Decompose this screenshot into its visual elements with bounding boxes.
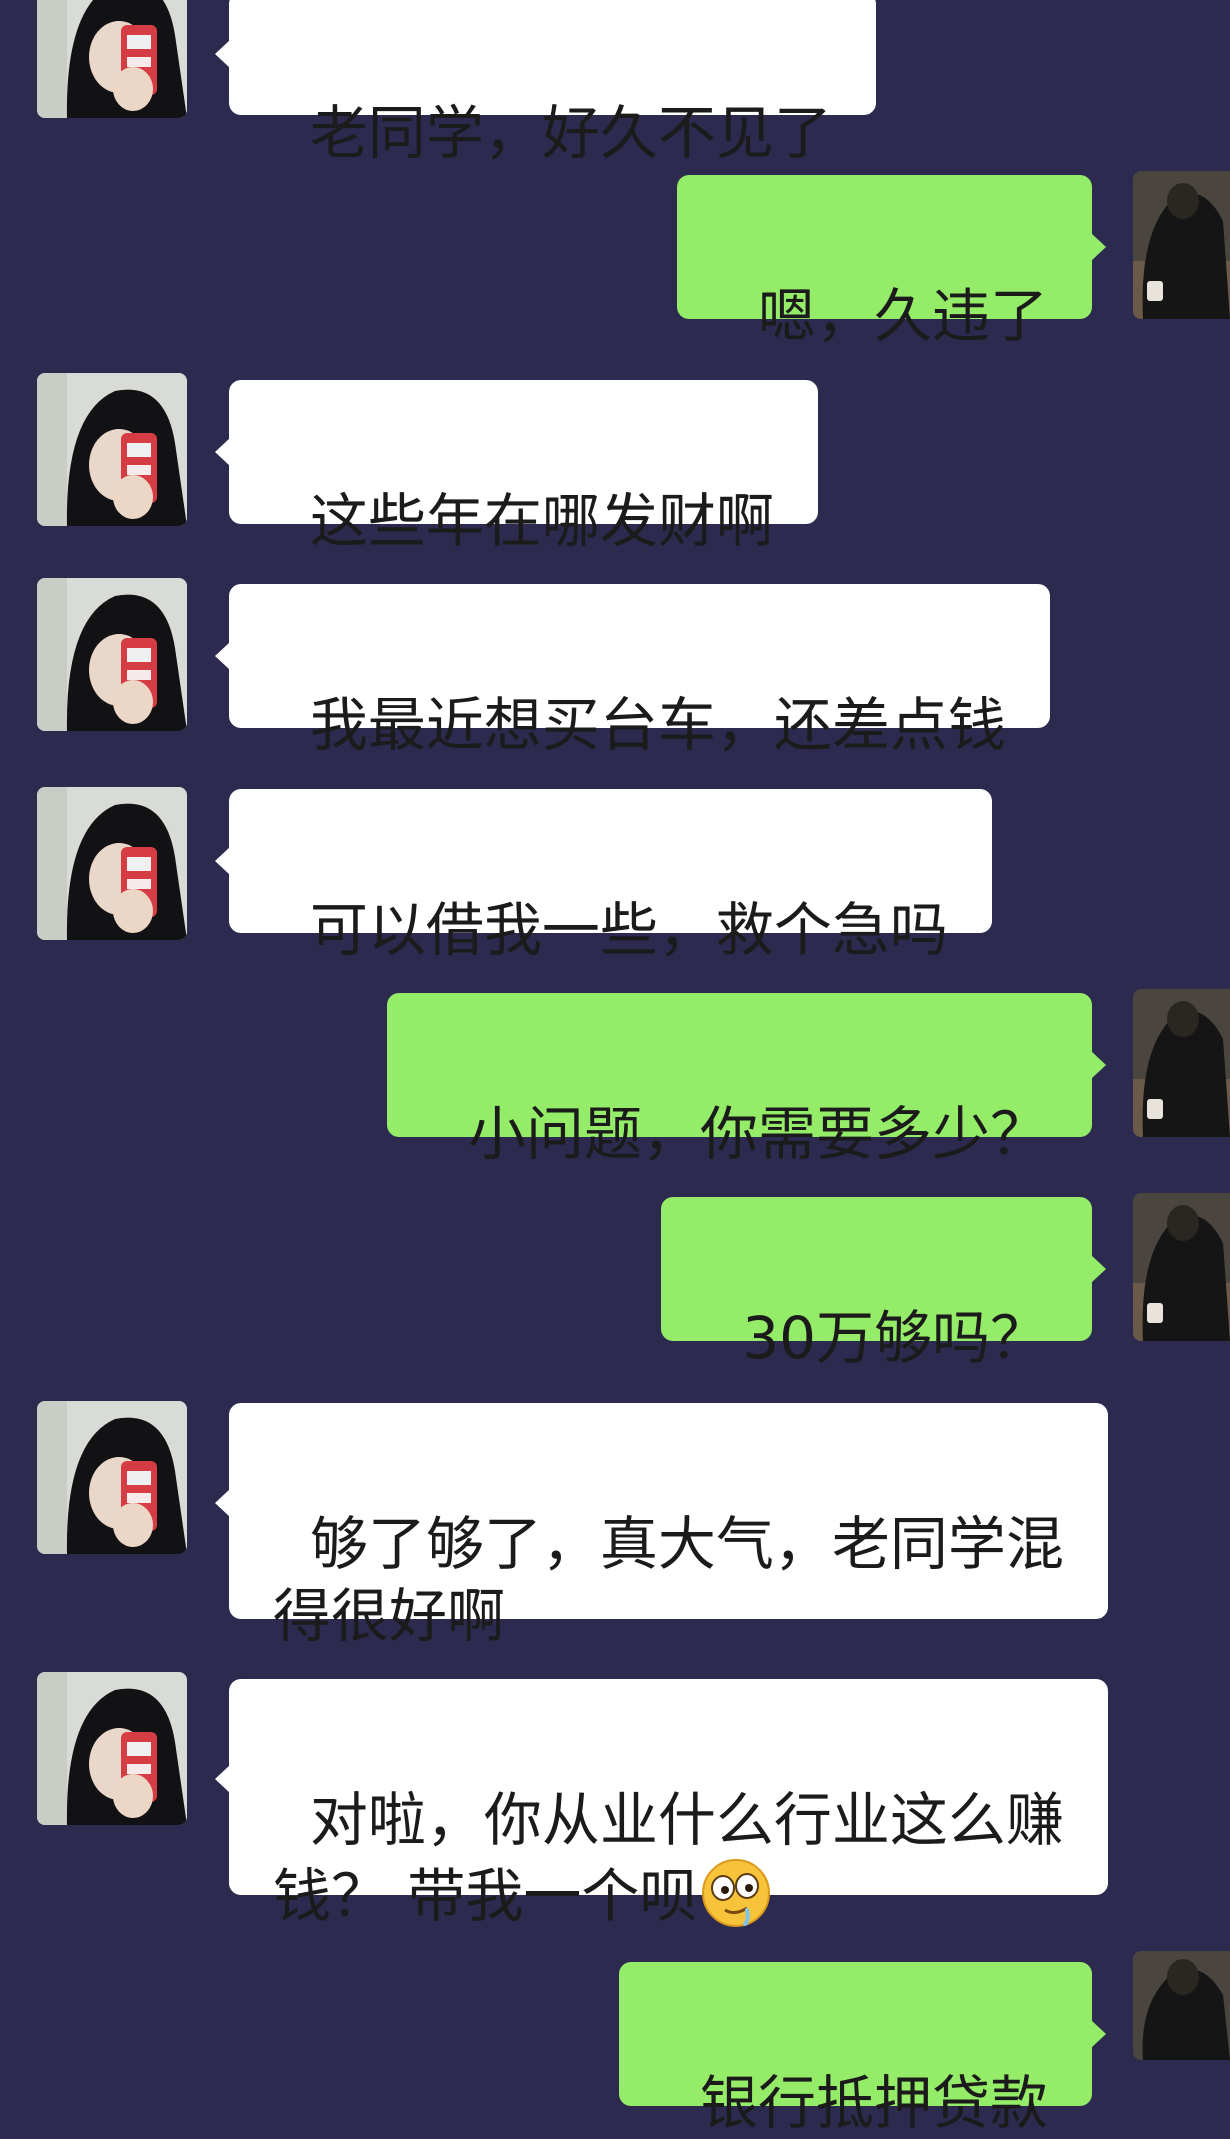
message-bubble-incoming[interactable]: 这些年在哪发财啊: [215, 380, 818, 555]
contact-avatar-photo: [37, 578, 187, 731]
message-bubble-outgoing[interactable]: 30万够吗？: [661, 1197, 1106, 1372]
contact-avatar[interactable]: [37, 0, 187, 118]
message-text: 我最近想买台车，还差点钱: [309, 691, 1006, 759]
message-text: 够了够了，真大气，老同学混得很好啊: [273, 1510, 1064, 1650]
my-avatar-photo: [1133, 171, 1230, 319]
my-avatar-photo: [1133, 1951, 1230, 2060]
my-avatar-photo: [1133, 1193, 1230, 1341]
message-text: 对啦，你从业什么行业这么赚钱？ 带我一个呗: [273, 1786, 1064, 1930]
contact-avatar-photo: [37, 787, 187, 940]
contact-avatar[interactable]: [37, 578, 187, 731]
my-avatar[interactable]: [1133, 171, 1230, 319]
message-text: 嗯，久违了: [757, 282, 1048, 350]
my-avatar[interactable]: [1133, 989, 1230, 1137]
message-text: 小问题，你需要多少？: [467, 1100, 1048, 1168]
contact-avatar[interactable]: [37, 787, 187, 940]
message-text: 老同学，好久不见了: [309, 99, 832, 167]
my-avatar[interactable]: [1133, 1951, 1230, 2060]
message-bubble-incoming[interactable]: 可以借我一些，救个急吗: [215, 789, 992, 964]
message-bubble-outgoing[interactable]: 嗯，久违了: [677, 175, 1106, 350]
message-bubble-incoming[interactable]: 老同学，好久不见了: [215, 0, 876, 167]
my-avatar-photo: [1133, 989, 1230, 1137]
contact-avatar-photo: [37, 1401, 187, 1554]
message-text: 这些年在哪发财啊: [309, 487, 774, 555]
contact-avatar[interactable]: [37, 1672, 187, 1825]
message-bubble-outgoing[interactable]: 银行抵押贷款: [619, 1962, 1106, 2137]
contact-avatar[interactable]: [37, 1401, 187, 1554]
drooling-face-icon: [699, 1856, 773, 1930]
my-avatar[interactable]: [1133, 1193, 1230, 1341]
message-text: 可以借我一些，救个急吗: [309, 896, 948, 964]
message-text: 30万够吗？: [742, 1304, 1048, 1372]
contact-avatar-photo: [37, 0, 187, 118]
contact-avatar[interactable]: [37, 373, 187, 526]
message-text: 银行抵押贷款: [699, 2069, 1048, 2137]
message-bubble-incoming[interactable]: 够了够了，真大气，老同学混得很好啊: [215, 1403, 1108, 1650]
message-bubble-incoming[interactable]: 对啦，你从业什么行业这么赚钱？ 带我一个呗: [215, 1679, 1108, 1930]
contact-avatar-photo: [37, 373, 187, 526]
contact-avatar-photo: [37, 1672, 187, 1825]
message-bubble-outgoing[interactable]: 小问题，你需要多少？: [387, 993, 1106, 1168]
message-bubble-incoming[interactable]: 我最近想买台车，还差点钱: [215, 584, 1050, 759]
